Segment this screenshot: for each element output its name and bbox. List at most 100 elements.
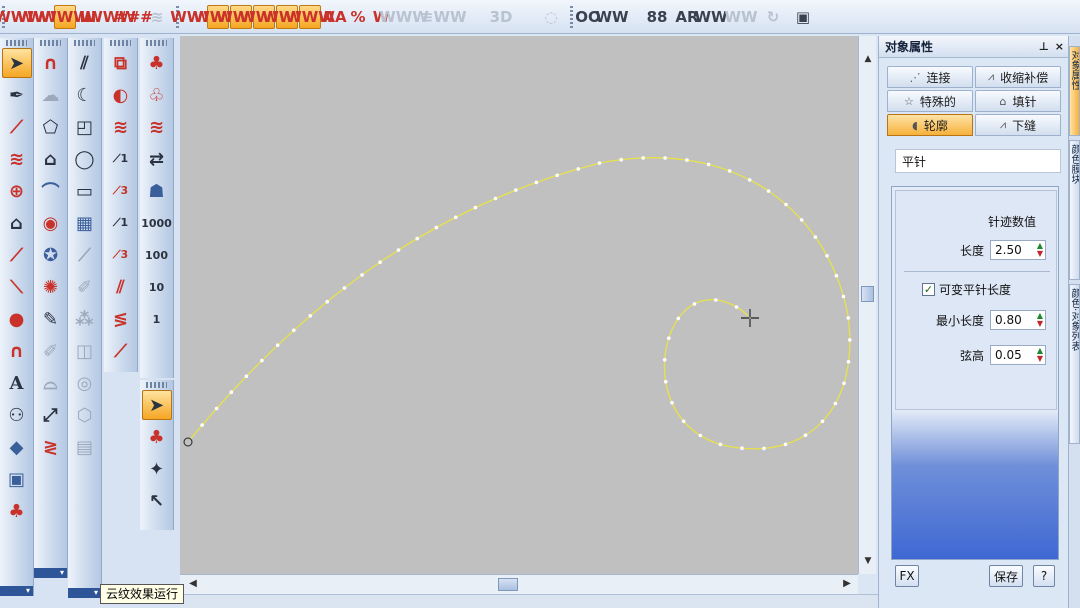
letter-a-icon[interactable]: A: [2, 368, 32, 398]
people-icon[interactable]: ⚇: [2, 400, 32, 430]
step-1-icon[interactable]: 1: [142, 304, 172, 334]
zigzag-z-icon[interactable]: ≷: [36, 432, 66, 462]
tb-zigzag-3[interactable]: WWW: [40, 5, 90, 29]
palette-grip[interactable]: [146, 40, 167, 46]
tab-outline[interactable]: ◖ 轮廓: [887, 114, 973, 136]
close-icon[interactable]: ×: [1055, 40, 1064, 53]
curve-line[interactable]: [187, 157, 851, 450]
sphere-icon[interactable]: ◉: [36, 208, 66, 238]
scroll-left-icon[interactable]: ◀: [186, 578, 200, 592]
tb-ww2[interactable]: WW: [724, 5, 757, 29]
line-2-icon[interactable]: ⟋1: [106, 208, 136, 238]
wave-icon[interactable]: ⌓: [36, 368, 66, 398]
parallel-lines-icon[interactable]: ⫽: [70, 48, 100, 78]
red-diagonal-2-icon[interactable]: ⟋: [106, 336, 136, 366]
ghost-icon[interactable]: ☁: [36, 80, 66, 110]
tab-underlay[interactable]: ⩘ 下缝: [975, 114, 1061, 136]
chord-height-spinner[interactable]: 0.05 ▲ ▼: [990, 345, 1046, 365]
checkmark-icon[interactable]: ✓: [922, 283, 935, 296]
horizontal-scrollbar[interactable]: ◀ ▶: [180, 574, 858, 594]
red-zigzag-icon[interactable]: ≶: [106, 304, 136, 334]
pointer-icon[interactable]: ↖: [142, 486, 172, 516]
tree-icon[interactable]: ♣: [142, 48, 172, 78]
design-canvas[interactable]: [180, 36, 858, 574]
scroll-up-icon[interactable]: ▲: [862, 54, 874, 66]
tb-chain[interactable]: 88: [646, 5, 668, 29]
variable-length-checkbox[interactable]: ✓ 可变平针长度: [922, 281, 1011, 298]
tb-fill-6[interactable]: WWW: [285, 5, 335, 29]
zigzag-arrow-icon[interactable]: ≋: [142, 112, 172, 142]
tree-2-icon[interactable]: ♧: [142, 80, 172, 110]
tb-pattern-1[interactable]: WWW: [379, 5, 429, 29]
tab-connect[interactable]: ⋰ 连接: [887, 66, 973, 88]
tb-lamp[interactable]: ◌: [540, 5, 562, 29]
tb-ww[interactable]: WW: [694, 5, 727, 29]
horseshoe-icon[interactable]: ∩: [36, 48, 66, 78]
line-3-icon[interactable]: ⟋3: [106, 176, 136, 206]
grid-icon[interactable]: ▦: [70, 208, 100, 238]
tb-rotate[interactable]: ↻: [762, 5, 784, 29]
clover-icon[interactable]: ♣: [142, 422, 172, 452]
step-10-icon[interactable]: 10: [142, 272, 172, 302]
horizontal-scroll-thumb[interactable]: [498, 578, 518, 591]
tb-3d[interactable]: 3D: [490, 5, 513, 29]
line-1-icon[interactable]: ⟋1: [106, 144, 136, 174]
palette-grip[interactable]: [74, 40, 95, 46]
stars-tool-icon[interactable]: ⌂: [2, 208, 32, 238]
scroll-right-icon[interactable]: ▶: [840, 578, 854, 592]
wand-icon[interactable]: ✦: [142, 454, 172, 484]
ellipse-icon[interactable]: ◯: [70, 144, 100, 174]
knife-icon[interactable]: ⟋: [2, 112, 32, 142]
palette-foot[interactable]: ▾: [0, 586, 33, 596]
length-spinner[interactable]: 2.50 ▲ ▼: [990, 240, 1046, 260]
toolbar-grip[interactable]: [570, 6, 573, 28]
half-circle-icon[interactable]: ◐: [106, 80, 136, 110]
oc-icon[interactable]: ◎: [70, 368, 100, 398]
pencil-icon[interactable]: ✐: [36, 336, 66, 366]
film-icon[interactable]: ⧉: [106, 48, 136, 78]
tb-letter-a[interactable]: AA: [323, 5, 346, 29]
house-icon[interactable]: ⌂: [36, 144, 66, 174]
maze-icon[interactable]: ▤: [70, 432, 100, 462]
applique-icon[interactable]: ⊕: [2, 176, 32, 206]
crescent-icon[interactable]: ☾: [70, 80, 100, 110]
tb-monitor[interactable]: ▣: [792, 5, 814, 29]
scroll-down-icon[interactable]: ▼: [862, 556, 874, 568]
star-icon[interactable]: ✪: [36, 240, 66, 270]
side-tab-color-blocks[interactable]: 颜色膜块: [1069, 140, 1080, 280]
tab-special[interactable]: ☆ 特殊的: [887, 90, 973, 112]
select-arrow-2-icon[interactable]: ➤: [141, 390, 172, 420]
select-arrow-icon[interactable]: ➤: [1, 48, 32, 78]
help-button[interactable]: ?: [1033, 565, 1055, 587]
corner-shape-icon[interactable]: ◰: [70, 112, 100, 142]
dots-icon[interactable]: ⁂: [70, 304, 100, 334]
pen-icon[interactable]: ✎: [36, 304, 66, 334]
palette-grip[interactable]: [40, 40, 61, 46]
polygon-icon[interactable]: ⬠: [36, 112, 66, 142]
tb-waves[interactable]: ≋: [146, 5, 168, 29]
pin-icon[interactable]: ✐: [70, 272, 100, 302]
tb-grid[interactable]: ###: [115, 5, 153, 29]
zigzag-icon[interactable]: ≋: [2, 144, 32, 174]
stitch-type-field[interactable]: 平针: [895, 149, 1061, 173]
spin-arrows-icon[interactable]: ▲ ▼: [1037, 242, 1043, 258]
tb-percent[interactable]: %: [347, 5, 369, 29]
ball-icon[interactable]: ●: [2, 304, 32, 334]
hexagon-icon[interactable]: ⬡: [70, 400, 100, 430]
spin-arrows-icon[interactable]: ▲ ▼: [1037, 347, 1043, 363]
min-length-spinner[interactable]: 0.80 ▲ ▼: [990, 310, 1046, 330]
spin-arrows-icon[interactable]: ▲ ▼: [1037, 312, 1043, 328]
wheel-icon[interactable]: ✺: [36, 272, 66, 302]
step-1000-icon[interactable]: 1000: [141, 208, 172, 238]
rectangle-icon[interactable]: ▭: [70, 176, 100, 206]
vertical-scrollbar[interactable]: ▲ ▼: [858, 36, 876, 574]
line-run-icon[interactable]: ⟋: [2, 240, 32, 270]
palette-foot[interactable]: ▾: [68, 588, 101, 598]
pen-tool-icon[interactable]: ✒: [2, 80, 32, 110]
red-diagonal-icon[interactable]: ⫽: [106, 272, 136, 302]
palette-grip[interactable]: [110, 40, 131, 46]
palette-grip[interactable]: [146, 382, 167, 388]
figure-icon[interactable]: ☗: [142, 176, 172, 206]
arch-icon[interactable]: ∩: [2, 336, 32, 366]
pipe-icon[interactable]: ⌒: [36, 176, 66, 206]
